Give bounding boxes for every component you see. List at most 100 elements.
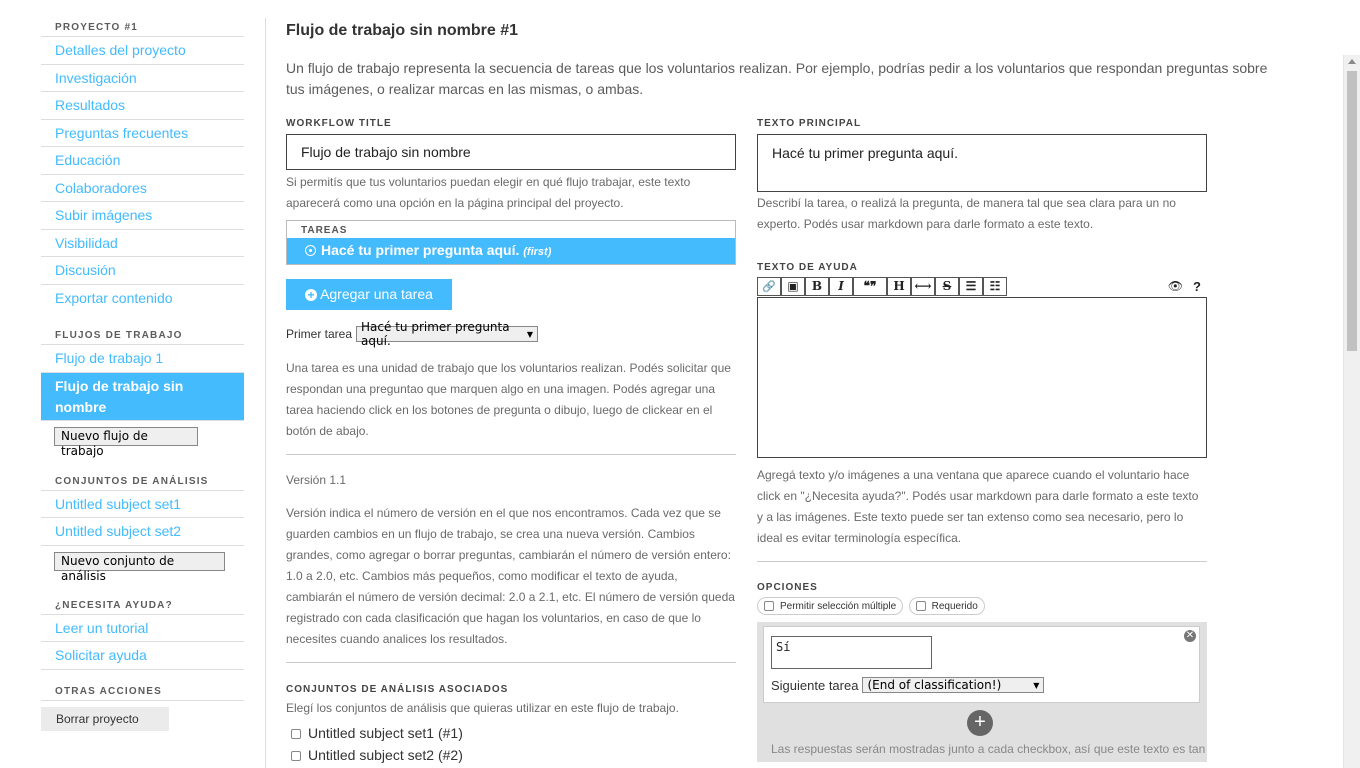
main-text-help: Describí la tarea, o realizá la pregunta… [757,196,1176,231]
chevron-down-icon: ▼ [526,329,534,339]
workflow-title-help: Si permitís que tus voluntarios puedan e… [286,175,691,210]
italic-icon[interactable]: I [829,276,853,296]
version-label: Versión 1.1 [286,473,347,487]
sidebar-item-discussion[interactable]: Discusión [41,257,244,285]
version-help: Versión indica el número de versión en e… [286,506,735,646]
divider [286,662,736,663]
add-task-button[interactable]: + Agregar una tarea [286,279,452,310]
multiple-checkbox[interactable] [764,601,774,611]
other-actions-heading: OTRAS ACCIONES [41,684,244,701]
multiple-choice-option[interactable]: Permitir selección múltiple [757,597,904,615]
options-label: OPCIONES [757,582,818,593]
page-scrollbar[interactable] [1343,55,1360,768]
scroll-up-arrow-icon[interactable] [1348,59,1356,64]
sidebar-item-request-help[interactable]: Solicitar ayuda [41,642,244,670]
heading-icon[interactable]: H [887,276,911,296]
sidebar-item-tutorial[interactable]: Leer un tutorial [41,615,244,642]
next-task-select-value: (End of classification!) [867,678,1002,692]
next-task-select[interactable]: (End of classification!) ▼ [862,677,1045,693]
link-icon[interactable]: 🔗 [757,276,781,296]
main-text-input[interactable]: Hacé tu primer pregunta aquí. [757,134,1207,192]
answer-input[interactable]: Sí [771,636,932,669]
sidebar-item-upload-images[interactable]: Subir imágenes [41,202,244,230]
answers-note: Las respuestas serán mostradas junto a c… [771,742,1206,756]
sidebar-item-subject-set-2[interactable]: Untitled subject set2 [41,518,244,546]
strikethrough-icon[interactable]: S [935,276,959,296]
close-icon[interactable]: ✕ [1184,630,1196,642]
first-task-tag: (first) [523,246,552,258]
workflow-title-input[interactable]: Flujo de trabajo sin nombre [286,134,736,170]
divider [286,454,736,455]
tasks-heading: TAREAS [301,225,348,236]
markdown-toolbar: 🔗 ▣ B I ❝❞ H ⟷ S ☰ ☷ 👁 ? [757,276,1207,296]
sidebar-item-workflow-unnamed[interactable]: Flujo de trabajo sin nombre [41,372,244,421]
workflow-title-label: WORKFLOW TITLE [286,118,392,129]
list-item[interactable]: Untitled subject set1 (#1) [286,722,736,744]
sidebar-item-results[interactable]: Resultados [41,92,244,120]
associated-sets-help: Elegí los conjuntos de análisis que quie… [286,701,679,715]
sidebar-item-visibility[interactable]: Visibilidad [41,230,244,257]
preview-icon[interactable]: 👁 [1168,279,1183,293]
help-heading: ¿NECESITA AYUDA? [41,598,244,615]
subject-sets-heading: CONJUNTOS DE ANÁLISIS [41,474,244,491]
help-text-label: TEXTO DE AYUDA [757,262,858,273]
answers-panel: Sí Siguiente tarea (End of classificatio… [757,622,1207,762]
main-text-label: TEXTO PRINCIPAL [757,118,862,129]
question-task-icon [305,245,316,256]
sidebar-item-research[interactable]: Investigación [41,65,244,92]
workflows-heading: FLUJOS DE TRABAJO [41,328,244,345]
required-option[interactable]: Requerido [908,597,985,615]
required-checkbox[interactable] [915,601,926,611]
scrollbar-thumb[interactable] [1347,71,1357,351]
help-text-help: Agregá texto y/o imágenes a una ventana … [757,468,1199,545]
new-subject-set-button[interactable]: Nuevo conjunto de análisis [54,551,225,583]
next-task-row: Siguiente tarea (End of classification!)… [771,677,1045,693]
tasks-list: TAREAS Hacé tu primer pregunta aquí. (fi… [286,220,736,265]
task-editor: TEXTO PRINCIPAL Hacé tu primer pregunta … [757,118,1207,762]
required-label: Requerido [931,600,978,612]
page-title: Flujo de trabajo sin nombre #1 [286,22,519,39]
plus-circle-icon: + [305,289,318,301]
first-task-select-value: Hacé tu primer pregunta aquí. [361,320,510,348]
task-item-label: Hacé tu primer pregunta aquí. [321,242,520,258]
add-answer-icon[interactable]: + [967,710,993,736]
project-sidebar: PROYECTO #1 Detalles del proyecto Invest… [41,0,244,731]
sidebar-item-collaborators[interactable]: Colaboradores [41,175,244,202]
numbered-list-icon[interactable]: ☷ [983,276,1007,296]
first-task-label: Primer tarea [286,327,353,341]
associated-sets-list: Untitled subject set1 (#1) Untitled subj… [286,722,736,766]
workflow-intro: Un flujo de trabajo representa la secuen… [286,60,1268,97]
quote-icon[interactable]: ❝❞ [853,276,887,296]
task-item[interactable]: Hacé tu primer pregunta aquí. (first) [287,238,735,264]
sidebar-item-faq[interactable]: Preguntas frecuentes [41,120,244,147]
set-label: Untitled subject set2 (#2) [308,747,463,763]
set-label: Untitled subject set1 (#1) [308,725,463,741]
project-heading: PROYECTO #1 [41,20,244,37]
chevron-down-icon: ▼ [1033,680,1040,690]
next-task-label: Siguiente tarea [771,677,859,693]
help-text-input[interactable] [757,297,1207,458]
sidebar-item-project-details[interactable]: Detalles del proyecto [41,37,244,65]
divider [757,561,1207,562]
new-workflow-button[interactable]: Nuevo flujo de trabajo [54,426,198,458]
delete-project-button[interactable]: Borrar proyecto [41,706,169,731]
sidebar-item-subject-set-1[interactable]: Untitled subject set1 [41,491,244,518]
sidebar-item-workflow-1[interactable]: Flujo de trabajo 1 [41,345,244,373]
sidebar-item-export[interactable]: Exportar contenido [41,285,244,313]
image-icon[interactable]: ▣ [781,276,805,296]
options-row: Permitir selección múltiple Requerido [757,597,1207,616]
set-checkbox[interactable] [291,729,301,740]
horizontal-rule-icon[interactable]: ⟷ [911,276,935,296]
bullet-list-icon[interactable]: ☰ [959,276,983,296]
task-help: Una tarea es una unidad de trabajo que l… [286,361,731,438]
first-task-select[interactable]: Hacé tu primer pregunta aquí. ▼ [356,320,539,348]
first-task-row: Primer tarea Hacé tu primer pregunta aqu… [286,320,736,348]
bold-icon[interactable]: B [805,276,829,296]
multiple-label: Permitir selección múltiple [780,600,897,612]
list-item[interactable]: Untitled subject set2 (#2) [286,744,736,766]
sidebar-item-education[interactable]: Educación [41,147,244,175]
add-task-label: Agregar una tarea [320,286,433,302]
set-checkbox[interactable] [291,751,301,762]
help-icon[interactable]: ? [1193,279,1201,294]
associated-sets-label: CONJUNTOS DE ANÁLISIS ASOCIADOS [286,684,509,695]
